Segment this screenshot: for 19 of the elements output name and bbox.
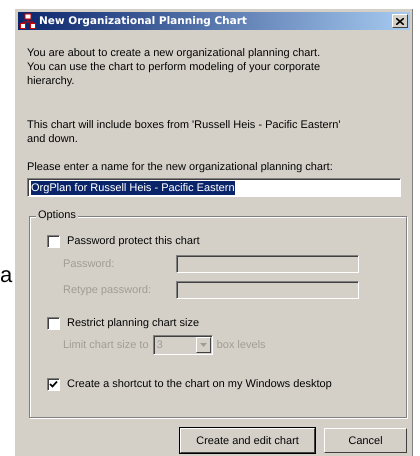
org-chart-icon — [20, 13, 36, 29]
checkbox[interactable] — [47, 234, 60, 248]
scope-text: This chart will include boxes from 'Russell Heis - Pacific Eastern' and down. — [27, 118, 342, 146]
group-title: Options — [36, 209, 78, 221]
close-icon — [396, 18, 404, 24]
close-button[interactable] — [392, 14, 408, 28]
background-text: a — [0, 262, 14, 288]
checkbox[interactable] — [47, 316, 60, 330]
name-input-field[interactable]: OrgPlan for Russell Heis - Pacific Eastern — [27, 178, 401, 197]
cancel-button[interactable]: Cancel — [324, 428, 407, 453]
caret-icon — [200, 343, 207, 347]
intro-text: You are about to create a new organizational planning chart. You can use the chart to perform modeling of your corporate hierarchy. — [27, 46, 322, 88]
name-prompt: Please enter a name for the new organizational planning chart: — [27, 160, 334, 174]
checkbox-label: Restrict planning chart size — [67, 317, 200, 329]
checkbox[interactable] — [47, 378, 60, 390]
checkbox-label: Create a shortcut to the chart on my Windows desktop — [67, 378, 332, 390]
create-button[interactable]: Create and edit chart — [180, 428, 315, 453]
window-title: New Organizational Planning Chart — [39, 15, 248, 27]
checkbox-label: Password protect this chart — [67, 235, 200, 247]
